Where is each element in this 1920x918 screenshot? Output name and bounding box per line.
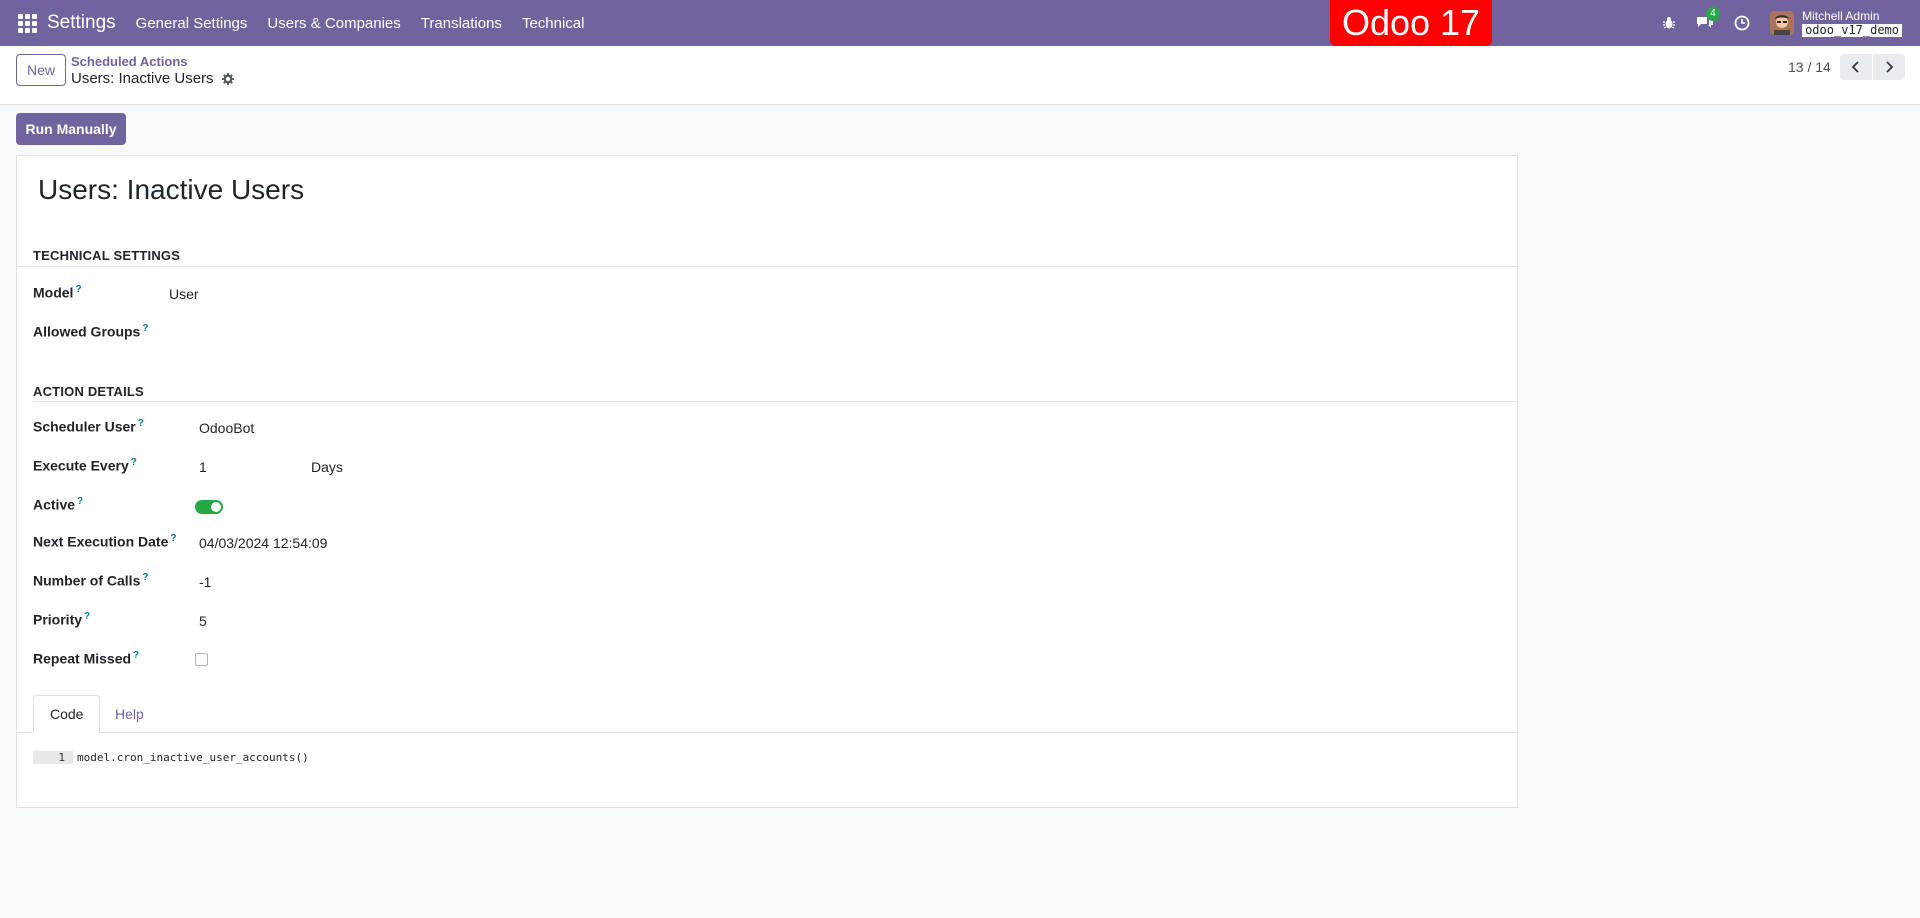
- allowed-groups-label: Allowed Groups?: [33, 323, 148, 340]
- repeat-missed-label-text: Repeat Missed: [33, 650, 132, 667]
- debug-bug-icon[interactable]: [1662, 16, 1676, 30]
- priority-field[interactable]: 5: [199, 613, 207, 629]
- number-of-calls-label: Number of Calls?: [33, 572, 148, 589]
- model-label: Model?: [33, 284, 82, 301]
- repeat-missed-checkbox[interactable]: [195, 653, 208, 666]
- scheduler-user-label-text: Scheduler User: [33, 418, 136, 435]
- execute-every-label: Execute Every?: [33, 457, 137, 474]
- code-line-number: 1: [33, 751, 73, 764]
- clock-activity-icon[interactable]: [1734, 15, 1750, 31]
- menu-general-settings[interactable]: General Settings: [136, 15, 248, 32]
- new-button[interactable]: New: [16, 54, 66, 86]
- code-line-text[interactable]: model.cron_inactive_user_accounts(): [77, 751, 309, 764]
- execute-every-label-text: Execute Every: [33, 457, 129, 474]
- apps-menu-icon[interactable]: [14, 0, 40, 46]
- next-execution-date-label: Next Execution Date?: [33, 533, 176, 550]
- run-manually-button[interactable]: Run Manually: [16, 113, 126, 145]
- help-tooltip-icon[interactable]: ?: [77, 496, 83, 507]
- section-divider: [33, 401, 1517, 402]
- top-navbar: Settings General Settings Users & Compan…: [0, 0, 1920, 46]
- number-of-calls-label-text: Number of Calls: [33, 572, 141, 589]
- help-tooltip-icon[interactable]: ?: [142, 572, 148, 583]
- active-label: Active?: [33, 496, 83, 513]
- breadcrumb-scheduled-actions[interactable]: Scheduled Actions: [71, 54, 188, 69]
- odoo-version-badge: Odoo 17: [1330, 0, 1492, 46]
- priority-label-text: Priority: [33, 611, 83, 628]
- chevron-left-icon: [1851, 61, 1859, 73]
- navbar-systray: 4 Mitchell Admin odoo_v17_demo: [1662, 0, 1920, 46]
- allowed-groups-label-text: Allowed Groups: [33, 323, 141, 340]
- form-sheet: Users: Inactive Users TECHNICAL SETTINGS…: [16, 155, 1518, 808]
- pager-next-button[interactable]: [1873, 54, 1905, 80]
- control-panel: New Scheduled Actions Users: Inactive Us…: [0, 46, 1920, 105]
- help-tooltip-icon[interactable]: ?: [142, 323, 148, 334]
- user-menu[interactable]: Mitchell Admin odoo_v17_demo: [1802, 8, 1902, 37]
- section-divider: [17, 266, 1517, 267]
- active-toggle[interactable]: [195, 500, 223, 514]
- number-of-calls-field[interactable]: -1: [199, 574, 211, 590]
- help-tooltip-icon[interactable]: ?: [138, 418, 144, 429]
- execute-every-number-field[interactable]: 1: [199, 459, 207, 475]
- tab-code[interactable]: Code: [33, 695, 101, 733]
- help-tooltip-icon[interactable]: ?: [170, 533, 176, 544]
- database-name: odoo_v17_demo: [1802, 23, 1902, 37]
- menu-technical[interactable]: Technical: [522, 15, 585, 32]
- gear-icon[interactable]: [221, 72, 234, 85]
- user-name: Mitchell Admin: [1802, 8, 1880, 23]
- help-tooltip-icon[interactable]: ?: [84, 611, 90, 622]
- notebook-tabs: Code Help: [17, 695, 1517, 733]
- record-title[interactable]: Users: Inactive Users: [38, 174, 304, 206]
- help-tooltip-icon[interactable]: ?: [75, 284, 81, 295]
- chevron-right-icon: [1886, 61, 1894, 73]
- tab-help[interactable]: Help: [99, 695, 160, 733]
- breadcrumb-current-label: Users: Inactive Users: [71, 70, 214, 87]
- chat-bubbles-icon[interactable]: 4: [1696, 7, 1720, 31]
- model-label-text: Model: [33, 284, 74, 301]
- code-editor[interactable]: 1 model.cron_inactive_user_accounts(): [33, 751, 309, 764]
- user-avatar[interactable]: [1770, 11, 1795, 35]
- pager-previous-button[interactable]: [1840, 54, 1872, 80]
- scheduler-user-label: Scheduler User?: [33, 418, 144, 435]
- help-tooltip-icon[interactable]: ?: [133, 650, 139, 661]
- next-execution-date-label-text: Next Execution Date: [33, 533, 169, 550]
- scheduler-user-field[interactable]: OdooBot: [199, 420, 254, 436]
- next-execution-date-field[interactable]: 04/03/2024 12:54:09: [199, 535, 327, 551]
- help-tooltip-icon[interactable]: ?: [131, 457, 137, 468]
- section-technical-settings: TECHNICAL SETTINGS: [33, 248, 181, 263]
- app-name[interactable]: Settings: [47, 12, 116, 34]
- breadcrumb-current: Users: Inactive Users: [71, 70, 234, 87]
- section-action-details: ACTION DETAILS: [33, 384, 144, 399]
- repeat-missed-label: Repeat Missed?: [33, 650, 139, 667]
- model-field[interactable]: User: [169, 286, 199, 302]
- execute-every-unit-select[interactable]: Days: [311, 459, 343, 475]
- pager-value[interactable]: 13 / 14: [1788, 59, 1831, 75]
- menu-users-companies[interactable]: Users & Companies: [267, 15, 400, 32]
- priority-label: Priority?: [33, 611, 90, 628]
- active-label-text: Active: [33, 496, 76, 513]
- menu-translations[interactable]: Translations: [421, 15, 502, 32]
- chat-unread-count: 4: [1706, 7, 1720, 21]
